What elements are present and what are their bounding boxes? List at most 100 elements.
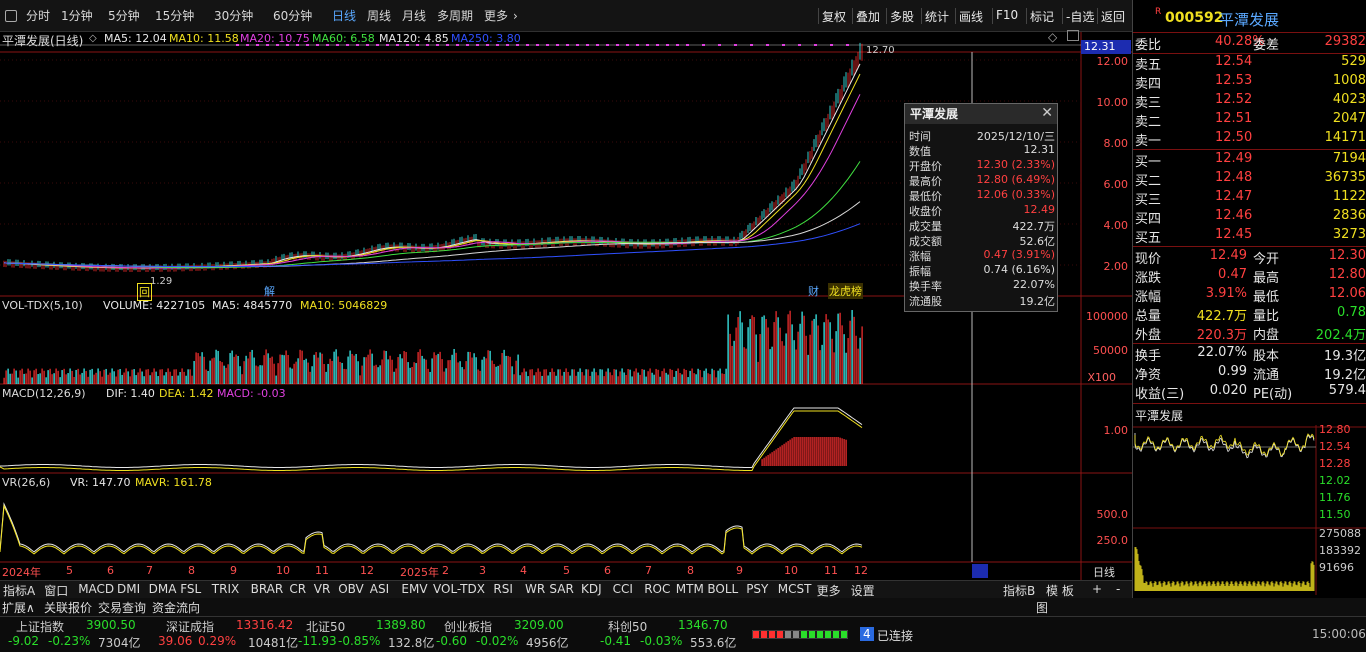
sub-tab-chart[interactable]: 图 (1036, 599, 1048, 616)
indicator-tab-7[interactable]: BRAR (251, 582, 284, 596)
indicator-tab-0[interactable]: 指标A (3, 582, 35, 599)
indicator-tab-8[interactable]: CR (289, 582, 306, 596)
sub-tab-1[interactable]: 关联报价 (44, 599, 92, 616)
tab-template[interactable]: 模 板 (1046, 582, 1074, 599)
toolbar-btn-5[interactable]: F10 (996, 8, 1018, 22)
toolbar-sep (921, 8, 922, 24)
badge-cai[interactable]: 财 (808, 283, 819, 299)
time-tick-2: 6 (107, 564, 114, 577)
sell-label: 卖二 (1135, 115, 1162, 130)
index-amount: 132.8亿 (388, 636, 435, 650)
sell-price: 12.50 (1215, 130, 1253, 145)
kline-chart-area[interactable]: 平潭发展(日线) ◇ MA5: 12.04 MA10: 11.58 MA20: … (0, 30, 1132, 580)
tooltip-key: 最高价 (909, 175, 942, 188)
badge-longhu[interactable]: 龙虎榜 (828, 283, 863, 299)
indicator-tab-3[interactable]: DMI (117, 582, 140, 596)
tooltip-key: 换手率 (909, 280, 942, 293)
indicator-tab-14[interactable]: RSI (493, 582, 513, 596)
indicator-tab-11[interactable]: ASI (370, 582, 389, 596)
diamond-icon[interactable]: ◇ (1048, 30, 1057, 44)
data-tooltip-window[interactable]: 平潭发展 ✕ 时间 2025/12/10/三 数值 12.31 开盘价 12.30 (2.… (904, 103, 1058, 312)
toolbar-btn-7[interactable]: -自选 (1066, 8, 1094, 25)
indicator-tab-6[interactable]: TRIX (212, 582, 239, 596)
time-tick-12: 4 (520, 564, 527, 577)
period-1[interactable]: 1分钟 (61, 8, 93, 25)
indicator-tab-10[interactable]: OBV (338, 582, 364, 596)
tooltip-row: 换手率 22.07% (909, 278, 1057, 293)
indicator-tab-5[interactable]: FSL (180, 582, 201, 596)
indicator-tab-20[interactable]: MTM (676, 582, 704, 596)
period-3[interactable]: 15分钟 (155, 8, 194, 25)
sub-tab-2[interactable]: 交易查询 (98, 599, 146, 616)
index-amount: 10481亿 (248, 636, 299, 650)
period-6[interactable]: 日线 (332, 8, 356, 25)
toolbar-btn-3[interactable]: 统计 (925, 8, 949, 25)
period-9[interactable]: 多周期 (437, 8, 473, 25)
indicator-tab-13[interactable]: VOL-TDX (433, 582, 485, 596)
period-8[interactable]: 月线 (402, 8, 426, 25)
index-name[interactable]: 创业板指 (444, 618, 492, 635)
time-tick-20: 12 (854, 564, 868, 577)
vol-value: VOLUME: 4227105 (103, 299, 206, 312)
indicator-tab-17[interactable]: KDJ (581, 582, 602, 596)
indicator-tab-19[interactable]: ROC (644, 582, 670, 596)
index-name[interactable]: 深证成指 (166, 618, 214, 635)
indicator-tab-15[interactable]: WR (525, 582, 545, 596)
period-10[interactable]: 更多 (484, 8, 508, 25)
indicator-tab-24[interactable]: 更多 (817, 582, 841, 599)
more-chevron-icon[interactable]: › (513, 8, 518, 25)
sell-label: 卖四 (1135, 77, 1162, 92)
sub-tab-0[interactable]: 扩展∧ (2, 599, 35, 616)
toolbar-btn-4[interactable]: 画线 (959, 8, 983, 25)
indicator-tab-1[interactable]: 窗口 (44, 582, 68, 599)
index-name[interactable]: 科创50 (608, 618, 647, 635)
tab-minus[interactable]: - (1116, 582, 1120, 596)
sell-label: 卖一 (1135, 134, 1162, 149)
indicator-tab-4[interactable]: DMA (149, 582, 177, 596)
tab-plus[interactable]: + (1092, 582, 1102, 596)
connection-status[interactable]: 已连接 (877, 627, 913, 644)
indicator-tab-9[interactable]: VR (314, 582, 331, 596)
tab-indicator-b[interactable]: 指标B (1003, 582, 1035, 599)
breadth-bar-svg (751, 629, 849, 640)
buy-volume: 3273 (1332, 227, 1366, 242)
period-2[interactable]: 5分钟 (108, 8, 140, 25)
weicha-value: 29382 (1324, 34, 1366, 49)
period-7[interactable]: 周线 (367, 8, 391, 25)
buy-label: 买五 (1135, 231, 1162, 246)
close-icon[interactable]: ✕ (1041, 105, 1053, 121)
buy-level: 买一 12.49 7194 (1135, 151, 1366, 170)
indicator-tab-18[interactable]: CCI (613, 582, 633, 596)
stat-value: 12.80 (1328, 267, 1366, 282)
panel-toggle-icon[interactable] (1067, 30, 1079, 41)
time-tick-4: 8 (188, 564, 195, 577)
toolbar-btn-2[interactable]: 多股 (890, 8, 914, 25)
collapse-icon[interactable]: ◇ (89, 33, 97, 44)
period-5[interactable]: 60分钟 (273, 8, 312, 25)
indicator-tab-22[interactable]: PSY (746, 582, 768, 596)
buy-volume: 36735 (1324, 170, 1366, 185)
indicator-tab-25[interactable]: 设置 (851, 582, 875, 599)
indicator-tab-12[interactable]: EMV (401, 582, 427, 596)
sub-tab-3[interactable]: 资金流向 (152, 599, 200, 616)
stat-row: 净资 0.99 流通 19.2亿 (1135, 364, 1366, 383)
toolbar-btn-8[interactable]: 返回 (1101, 8, 1125, 25)
indicator-tab-16[interactable]: SAR (549, 582, 573, 596)
toolbar-btn-0[interactable]: 复权 (822, 8, 846, 25)
indicator-tab-21[interactable]: BOLL (707, 582, 738, 596)
tooltip-value: 12.30 (2.33%) (976, 158, 1055, 171)
buy-price: 12.46 (1215, 208, 1253, 223)
indicator-tab-23[interactable]: MCST (778, 582, 812, 596)
indicator-tab-2[interactable]: MACD (78, 582, 114, 596)
period-4[interactable]: 30分钟 (214, 8, 253, 25)
window-menu-icon[interactable] (5, 10, 17, 22)
toolbar-btn-1[interactable]: 叠加 (856, 8, 880, 25)
index-name[interactable]: 北证50 (306, 618, 345, 635)
stat-label: 涨跌 (1135, 271, 1162, 286)
toolbar-btn-6[interactable]: 标记 (1030, 8, 1054, 25)
index-pct: 0.29% (198, 634, 237, 648)
stat-value: 12.06 (1328, 286, 1366, 301)
index-name[interactable]: 上证指数 (16, 618, 64, 635)
badge-jie[interactable]: 解 (264, 283, 275, 299)
period-0[interactable]: 分时 (26, 8, 50, 25)
